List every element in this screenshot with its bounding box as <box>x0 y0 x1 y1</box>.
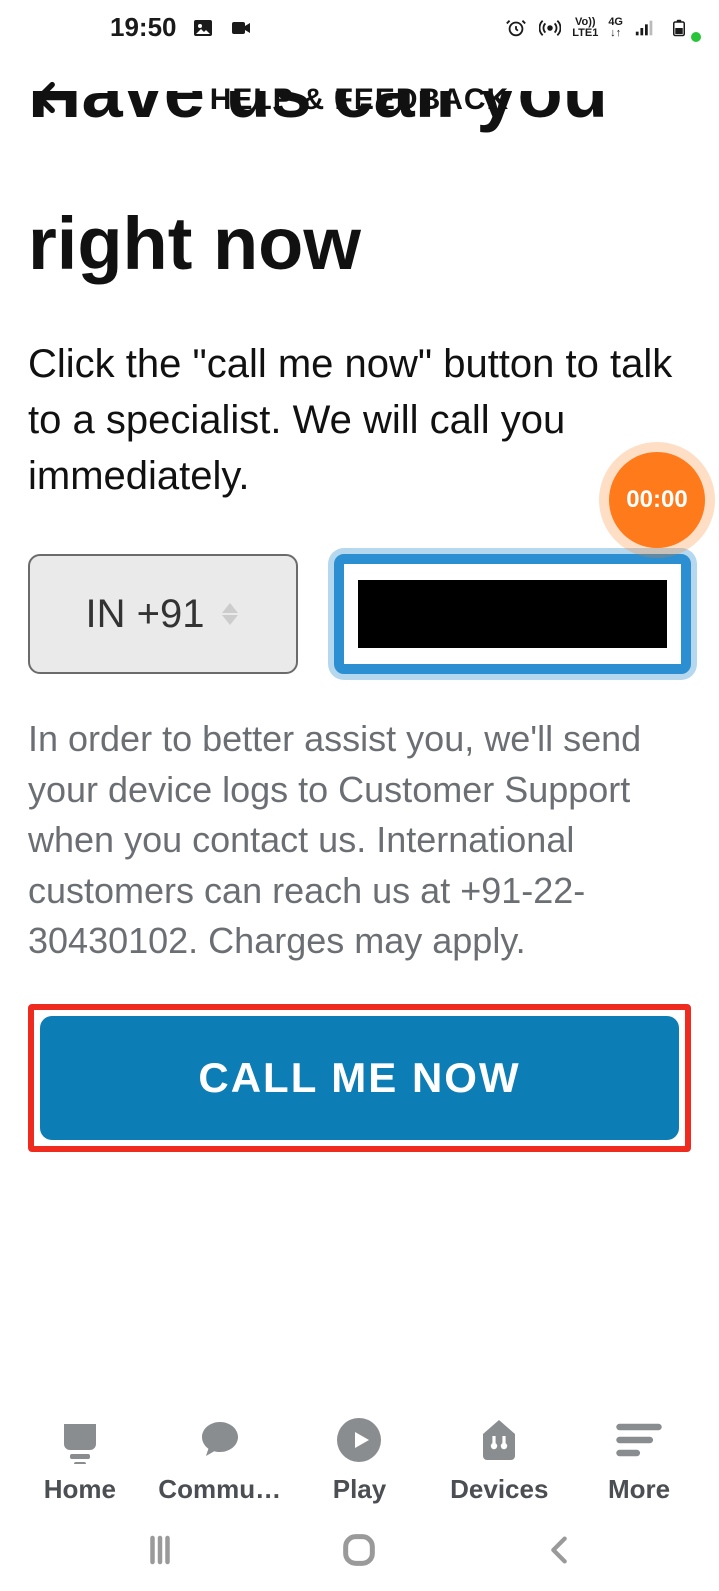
hotspot-icon <box>538 16 562 40</box>
call-button-highlight: CALL ME NOW <box>28 1004 691 1152</box>
tab-home[interactable]: Home <box>10 1414 150 1505</box>
hero-subhead: Click the "call me now" button to talk t… <box>28 336 691 504</box>
screen-record-timer[interactable]: 00:00 <box>609 452 705 548</box>
tab-label: Devices <box>450 1474 548 1505</box>
tab-label: Home <box>44 1474 116 1505</box>
tab-label: Commu… <box>158 1474 281 1505</box>
volte-label: Vo))LTE1 <box>572 17 598 39</box>
tab-label: More <box>608 1474 670 1505</box>
status-bar: 19:50 Vo))LTE1 4G↓↑ <box>0 0 719 55</box>
country-code-label: IN +91 <box>86 592 205 637</box>
tab-play[interactable]: Play <box>290 1414 430 1505</box>
tab-label: Play <box>333 1474 387 1505</box>
recents-button[interactable] <box>130 1530 190 1570</box>
video-icon <box>229 16 253 40</box>
tab-community[interactable]: Commu… <box>150 1414 290 1505</box>
chat-icon <box>194 1414 246 1466</box>
devices-icon <box>473 1414 525 1466</box>
timer-value: 00:00 <box>626 486 687 514</box>
more-icon <box>613 1414 665 1466</box>
tab-devices[interactable]: Devices <box>429 1414 569 1505</box>
image-icon <box>191 16 215 40</box>
logs-disclaimer: In order to better assist you, we'll sen… <box>28 714 691 966</box>
data-label: 4G↓↑ <box>608 17 623 39</box>
bottom-tab-bar: Home Commu… Play Devices More <box>0 1377 719 1509</box>
home-icon <box>54 1414 106 1466</box>
alarm-icon <box>504 16 528 40</box>
status-time: 19:50 <box>110 12 177 43</box>
stepper-icon <box>222 603 240 625</box>
hero-title: Have us call you right now <box>28 139 691 284</box>
phone-input-wrap <box>334 554 691 674</box>
system-nav-bar <box>0 1509 719 1591</box>
home-button[interactable] <box>329 1530 389 1570</box>
play-icon <box>333 1414 385 1466</box>
phone-input[interactable] <box>358 580 667 648</box>
signal-icon <box>633 16 657 40</box>
battery-icon <box>667 16 691 40</box>
call-me-now-button[interactable]: CALL ME NOW <box>40 1016 679 1140</box>
back-sys-button[interactable] <box>529 1530 589 1570</box>
tab-more[interactable]: More <box>569 1414 709 1505</box>
country-code-select[interactable]: IN +91 <box>28 554 298 674</box>
